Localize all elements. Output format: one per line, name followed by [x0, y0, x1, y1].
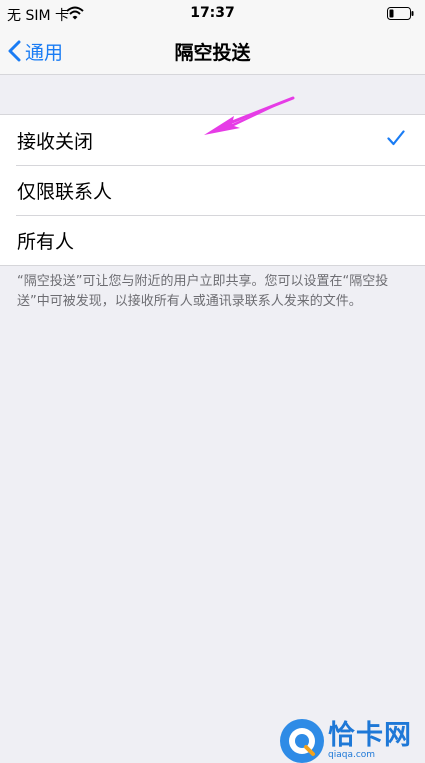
- option-label: 仅限联系人: [17, 180, 113, 203]
- option-everyone[interactable]: 所有人: [0, 215, 425, 265]
- watermark-text: 恰卡网 qiaqa.com: [328, 722, 412, 760]
- airdrop-options: 接收关闭 仅限联系人 所有人: [0, 114, 425, 266]
- status-time: 17:37: [190, 5, 235, 21]
- option-receiving-off[interactable]: 接收关闭: [0, 115, 425, 165]
- watermark-title: 恰卡网: [328, 719, 412, 751]
- option-label: 接收关闭: [17, 130, 94, 153]
- watermark-domain: qiaqa.com: [328, 749, 376, 760]
- navigation-bar: 通用 隔空投送: [0, 28, 425, 75]
- airdrop-description: “隔空投送”可让您与附近的用户立即共享。您可以设置在“隔空投送”中可被发现，以接…: [17, 274, 389, 309]
- page-title: 隔空投送: [174, 42, 251, 64]
- option-contacts-only[interactable]: 仅限联系人: [0, 165, 425, 215]
- watermark-badge-icon: [280, 718, 324, 763]
- battery-icon: [387, 7, 414, 20]
- status-bar: 无 SIM 卡 17:37: [0, 0, 425, 28]
- checkmark-icon: [387, 130, 405, 146]
- watermark-logo: 恰卡网 qiaqa.com: [280, 718, 425, 763]
- option-label: 所有人: [17, 230, 75, 253]
